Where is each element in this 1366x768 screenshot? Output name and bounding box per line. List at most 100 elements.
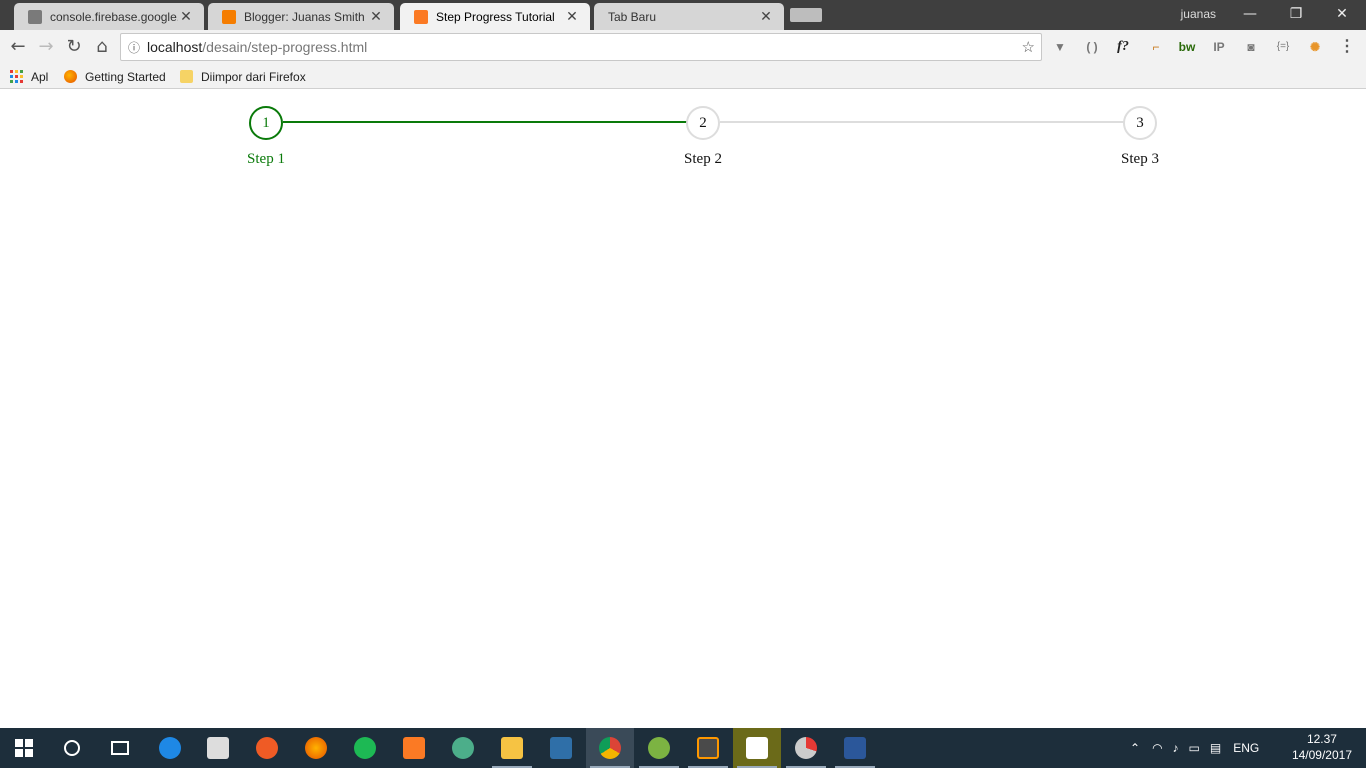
task-view-button[interactable] <box>96 728 144 768</box>
tab-title: Step Progress Tutorial <box>436 9 555 24</box>
video-editor-icon <box>746 737 768 759</box>
json-formatter-icon[interactable]: {=} <box>1274 38 1292 56</box>
battery-icon[interactable]: ▭ <box>1189 741 1200 755</box>
step-2-circle[interactable]: 2 <box>686 106 720 140</box>
step-1-circle[interactable]: 1 <box>249 106 283 140</box>
app-window-icon <box>550 737 572 759</box>
folder-icon <box>180 70 193 83</box>
step-1-label: Step 1 <box>247 151 285 167</box>
chevron-up-icon[interactable]: ⌃ <box>1130 741 1140 755</box>
volume-icon[interactable]: ♪ <box>1173 741 1179 755</box>
bookmark-label: Apl <box>31 69 49 84</box>
firebase-icon <box>28 9 42 24</box>
taskbar-atom[interactable] <box>439 728 487 768</box>
camera-icon[interactable]: ◙ <box>1242 38 1260 56</box>
clock-time: 12.37 <box>1306 732 1337 746</box>
start-button[interactable] <box>0 728 48 768</box>
tab-title: console.firebase.google.c <box>50 9 178 24</box>
tab-new-tab[interactable]: Tab Baru ✕ <box>594 3 784 30</box>
xampp-icon <box>414 9 428 24</box>
bookmark-label: Diimpor dari Firefox <box>201 69 306 84</box>
taskbar-video-editor[interactable] <box>733 728 781 768</box>
bookmark-getting-started[interactable]: Getting Started <box>64 68 166 85</box>
bookmark-folder-firefox[interactable]: Diimpor dari Firefox <box>180 68 306 85</box>
url-host: localhost <box>147 39 203 55</box>
store-icon <box>207 737 229 759</box>
close-icon[interactable]: ✕ <box>368 8 384 25</box>
bookmarks-bar: Apl Getting Started Diimpor dari Firefox <box>0 64 1366 89</box>
taskbar-firefox[interactable] <box>292 728 340 768</box>
menu-kebab-icon[interactable]: ⋮ <box>1338 38 1356 56</box>
restore-icon[interactable]: ❐ <box>1273 0 1319 30</box>
progress-line-1 <box>283 121 687 123</box>
home-icon[interactable]: ⌂ <box>90 35 114 59</box>
taskbar-app-window[interactable] <box>537 728 585 768</box>
taskbar-spotify[interactable] <box>341 728 389 768</box>
builtwith-icon[interactable]: bw <box>1178 38 1196 56</box>
notification-icon[interactable]: ▤ <box>1210 741 1221 755</box>
font-inspector-icon[interactable]: f? <box>1114 38 1132 56</box>
language-indicator[interactable]: ENG <box>1233 741 1259 755</box>
edge-icon <box>159 737 181 759</box>
system-tray: ⌃ ◠ ♪ ▭ ▤ ENG <box>1130 728 1259 768</box>
vue-devtools-icon[interactable]: ▼ <box>1051 38 1069 56</box>
taskbar-postman[interactable] <box>243 728 291 768</box>
minimize-icon[interactable]: — <box>1227 0 1273 30</box>
bookmark-star-icon[interactable]: ☆ <box>1022 38 1035 56</box>
progress-line-2 <box>720 121 1124 123</box>
chrome-icon <box>599 737 621 759</box>
step-3-label: Step 3 <box>1121 151 1159 167</box>
tab-firebase[interactable]: console.firebase.google.c ✕ <box>14 3 204 30</box>
browser-toolbar: ← → ↻ ⌂ ⓘ localhost /desain/step-progres… <box>0 30 1366 64</box>
info-icon[interactable]: ⓘ <box>121 39 147 56</box>
taskbar-android-studio[interactable] <box>635 728 683 768</box>
new-tab-button[interactable] <box>790 8 822 22</box>
close-icon[interactable]: ✕ <box>758 8 774 25</box>
cortana-button[interactable] <box>48 728 96 768</box>
step-2-label: Step 2 <box>684 151 722 167</box>
camera-app-icon <box>795 737 817 759</box>
cookie-icon[interactable]: ✺ <box>1306 38 1324 56</box>
taskbar-xampp[interactable] <box>390 728 438 768</box>
close-icon[interactable]: ✕ <box>178 8 194 25</box>
step-3-circle[interactable]: 3 <box>1123 106 1157 140</box>
cortana-icon <box>64 740 80 756</box>
wifi-icon[interactable]: ◠ <box>1152 741 1162 755</box>
firefox-icon <box>305 737 327 759</box>
windows-taskbar: ⌃ ◠ ♪ ▭ ▤ ENG 12.37 14/09/2017 <box>0 728 1366 768</box>
firefox-icon <box>64 70 77 83</box>
address-bar[interactable]: ⓘ localhost /desain/step-progress.html ☆ <box>120 33 1042 61</box>
forward-arrow-icon[interactable]: → <box>34 35 58 59</box>
taskbar-word[interactable] <box>831 728 879 768</box>
back-arrow-icon[interactable]: ← <box>6 35 30 59</box>
taskbar-edge[interactable] <box>146 728 194 768</box>
taskbar-camera-app[interactable] <box>782 728 830 768</box>
page-content: 1 2 3 Step 1 Step 2 Step 3 <box>0 90 1366 728</box>
apps-grid-icon <box>10 70 23 83</box>
tab-title: Tab Baru <box>608 9 657 24</box>
profile-name[interactable]: juanas <box>1181 7 1216 21</box>
clock[interactable]: 12.37 14/09/2017 <box>1292 731 1352 763</box>
reload-icon[interactable]: ↻ <box>62 35 86 59</box>
url-path: /desain/step-progress.html <box>202 39 368 55</box>
taskbar-store[interactable] <box>194 728 242 768</box>
taskbar-file-explorer[interactable] <box>488 728 536 768</box>
title-bar: console.firebase.google.c ✕ Blogger: Jua… <box>0 0 1366 30</box>
taskbar-sublime-text[interactable] <box>684 728 732 768</box>
step-number: 2 <box>699 115 707 131</box>
close-icon[interactable]: ✕ <box>564 8 580 25</box>
bookmark-label: Getting Started <box>85 69 166 84</box>
ip-icon[interactable]: IP <box>1210 38 1228 56</box>
tab-step-progress[interactable]: Step Progress Tutorial ✕ <box>400 3 590 30</box>
step-number: 1 <box>262 115 270 131</box>
tab-title: Blogger: Juanas Smith Sh <box>244 9 368 24</box>
taskbar-chrome[interactable] <box>586 728 634 768</box>
tab-blogger[interactable]: Blogger: Juanas Smith Sh ✕ <box>208 3 394 30</box>
file-explorer-icon <box>501 737 523 759</box>
blogger-icon <box>222 9 236 24</box>
bookmark-apps[interactable]: Apl <box>10 68 48 85</box>
window-close-icon[interactable]: ✕ <box>1319 0 1365 30</box>
word-icon <box>844 737 866 759</box>
ruler-icon[interactable]: ⌐ <box>1147 38 1165 56</box>
json-viewer-icon[interactable]: ( ) <box>1083 38 1101 56</box>
